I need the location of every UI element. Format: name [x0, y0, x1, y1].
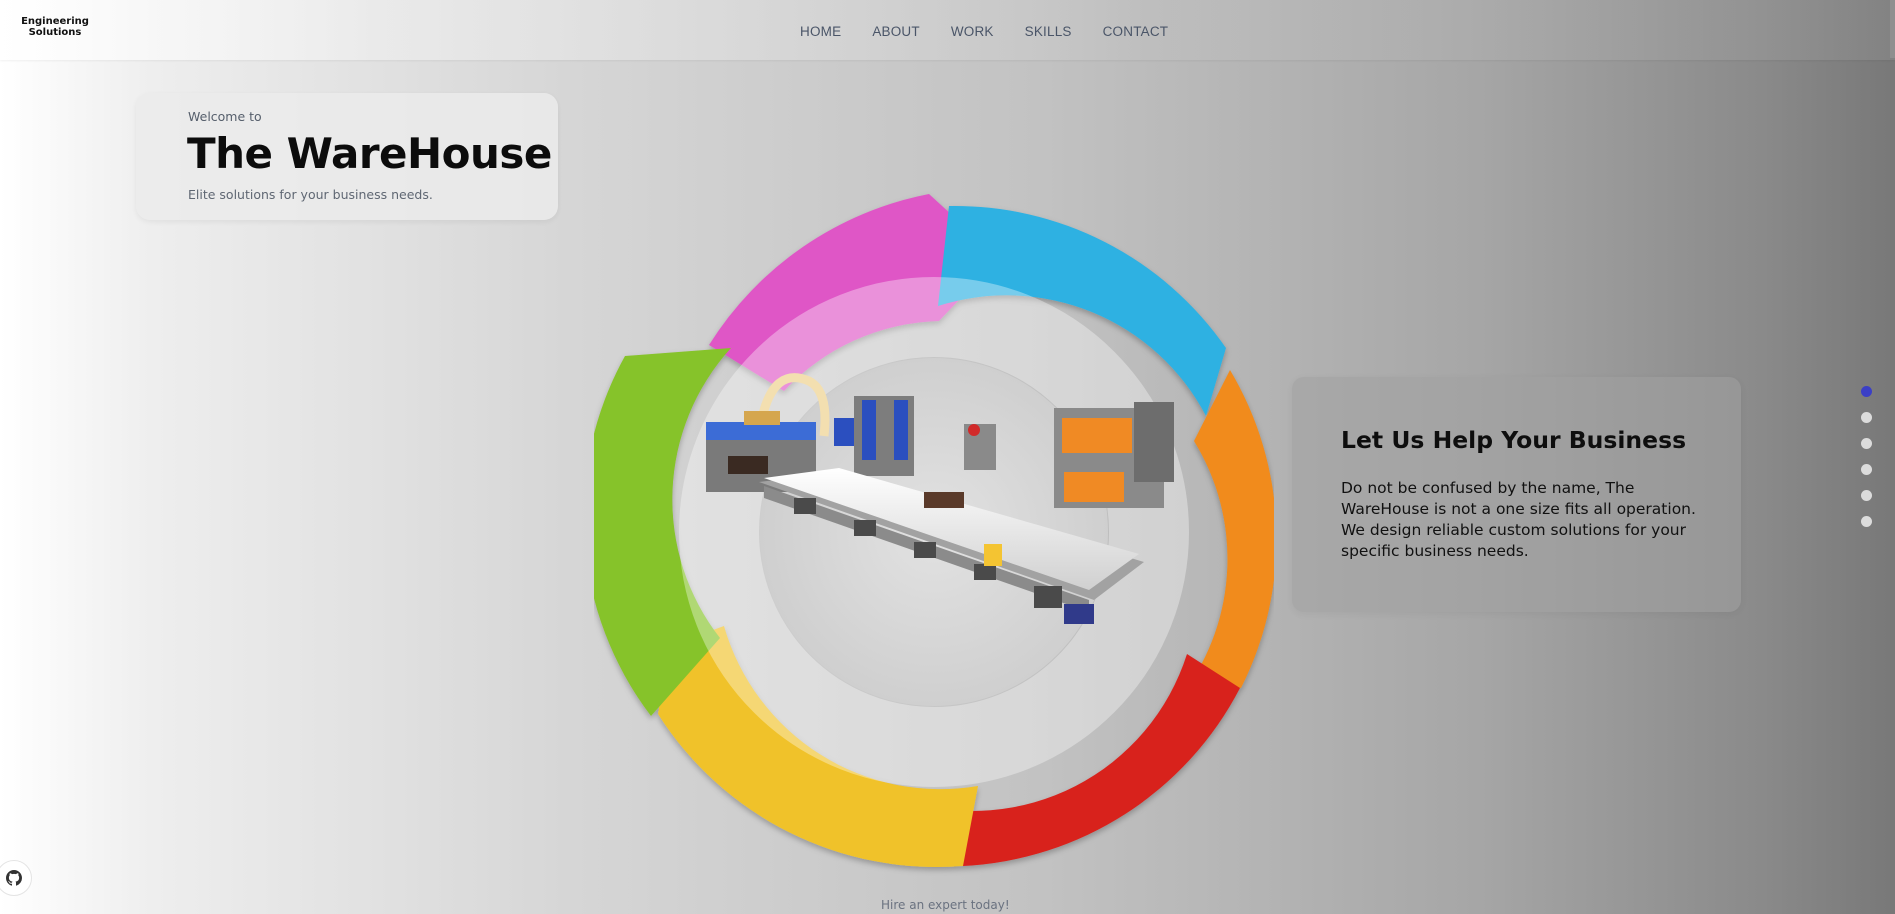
logo-line-1: Engineering [21, 16, 89, 27]
logo-line-2: Solutions [28, 27, 82, 38]
logo[interactable]: Engineering Solutions [18, 16, 92, 38]
github-icon [6, 870, 22, 886]
help-description: Do not be confused by the name, The Ware… [1341, 479, 1696, 560]
nav-skills[interactable]: SKILLS [1025, 24, 1072, 44]
main-nav: HOME ABOUT WORK SKILLS CONTACT [800, 24, 1199, 44]
welcome-pretitle: Welcome to [188, 109, 262, 124]
section-pagination [1861, 386, 1873, 542]
nav-work[interactable]: WORK [951, 24, 994, 44]
section-dot-6[interactable] [1861, 516, 1872, 527]
section-dot-1[interactable] [1861, 386, 1872, 397]
welcome-subtitle: Elite solutions for your business needs. [188, 187, 433, 202]
welcome-card: Welcome to The WareHouse Elite solutions… [136, 93, 558, 220]
section-dot-3[interactable] [1861, 438, 1872, 449]
hire-cta[interactable]: Hire an expert today! [881, 898, 1010, 912]
nav-contact[interactable]: CONTACT [1103, 24, 1169, 44]
help-heading: Let Us Help Your Business [1341, 426, 1687, 454]
page-title: The WareHouse [187, 129, 552, 178]
scrollbar[interactable] [1890, 0, 1895, 58]
github-button[interactable] [0, 860, 32, 896]
top-navbar: Engineering Solutions HOME ABOUT WORK SK… [0, 0, 1895, 60]
section-dot-4[interactable] [1861, 464, 1872, 475]
hero-illustration [594, 194, 1274, 868]
nav-home[interactable]: HOME [800, 24, 841, 44]
section-dot-5[interactable] [1861, 490, 1872, 501]
wheel-segment-orange [1184, 370, 1274, 692]
section-dot-2[interactable] [1861, 412, 1872, 423]
nav-about[interactable]: ABOUT [872, 24, 920, 44]
help-card: Let Us Help Your Business Do not be conf… [1292, 377, 1741, 612]
